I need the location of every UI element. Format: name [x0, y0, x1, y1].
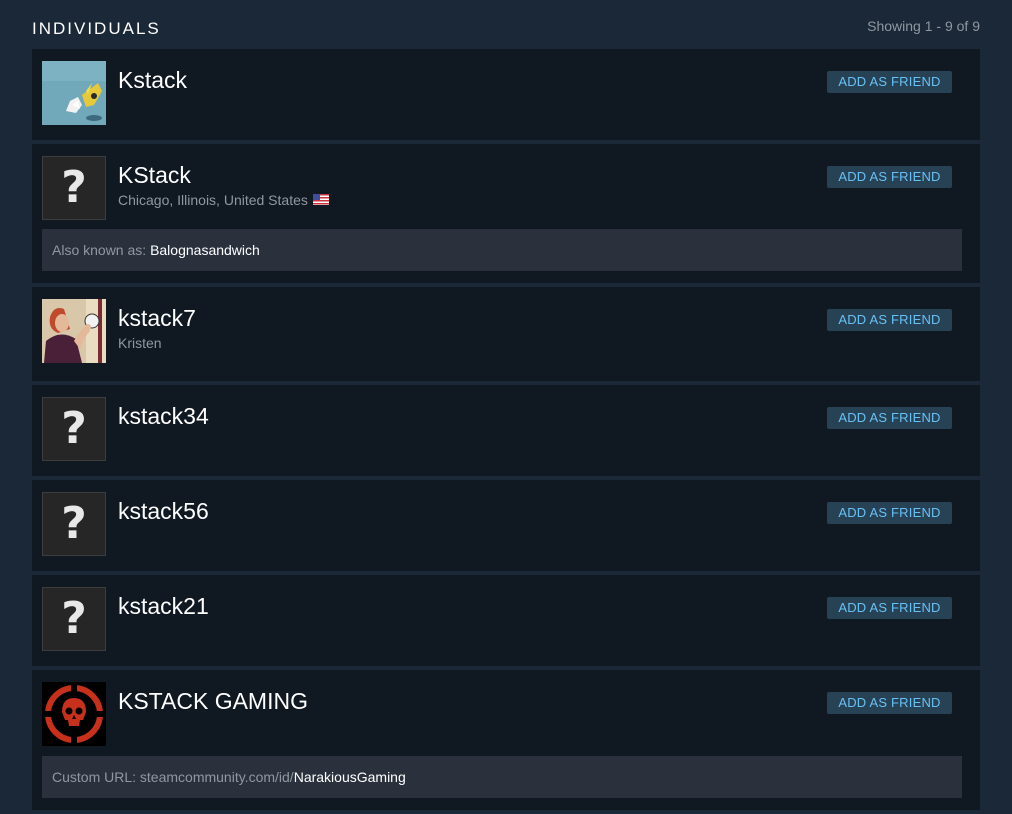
results-header: INDIVIDUALS Showing 1 - 9 of 9 [32, 18, 980, 40]
add-friend-button[interactable]: ADD AS FRIEND [827, 597, 952, 619]
photo-avatar-image [42, 299, 106, 363]
question-mark-icon: ? [61, 403, 87, 454]
result-row: ? KStack Chicago, Illinois, United State… [32, 144, 980, 283]
avatar[interactable]: ? [42, 156, 106, 220]
add-friend-button[interactable]: ADD AS FRIEND [827, 71, 952, 93]
question-mark-icon: ? [61, 593, 87, 644]
location-text: Chicago, Illinois, United States [118, 192, 308, 208]
result-row: kstack7 Kristen ADD AS FRIEND [32, 287, 980, 381]
question-mark-icon: ? [61, 162, 87, 213]
avatar[interactable]: ? [42, 587, 106, 651]
us-flag-icon [312, 192, 329, 208]
avatar[interactable] [42, 682, 106, 746]
results-list: Kstack ADD AS FRIEND ? KStack Chicago, I… [32, 49, 980, 814]
result-row: ? kstack21 ADD AS FRIEND [32, 575, 980, 666]
avatar[interactable] [42, 61, 106, 125]
alias-box: Also known as: Balognasandwich [42, 229, 962, 271]
add-friend-button[interactable]: ADD AS FRIEND [827, 502, 952, 524]
persona-name[interactable]: kstack7 [118, 305, 196, 332]
pikachu-avatar-image [42, 61, 106, 125]
skull-logo-avatar-image [42, 682, 106, 746]
section-title: INDIVIDUALS [32, 19, 161, 38]
add-friend-button[interactable]: ADD AS FRIEND [827, 692, 952, 714]
persona-name[interactable]: kstack56 [118, 498, 209, 525]
result-row: Kstack ADD AS FRIEND [32, 49, 980, 140]
result-row: KSTACK GAMING ADD AS FRIEND Custom URL: … [32, 670, 980, 810]
alias-value: Balognasandwich [150, 242, 260, 258]
persona-name[interactable]: KSTACK GAMING [118, 688, 308, 715]
location: Chicago, Illinois, United States [118, 192, 329, 208]
persona-name[interactable]: Kstack [118, 67, 187, 94]
custom-url-value[interactable]: NarakiousGaming [294, 769, 406, 785]
add-friend-button[interactable]: ADD AS FRIEND [827, 309, 952, 331]
avatar[interactable]: ? [42, 397, 106, 461]
persona-name[interactable]: kstack34 [118, 403, 209, 430]
result-row: ? kstack34 ADD AS FRIEND [32, 385, 980, 476]
real-name: Kristen [118, 335, 162, 351]
question-mark-icon: ? [61, 498, 87, 549]
custom-url-label: Custom URL: steamcommunity.com/id/ [52, 769, 294, 785]
persona-name[interactable]: kstack21 [118, 593, 209, 620]
results-count: Showing 1 - 9 of 9 [867, 18, 980, 34]
result-row: ? kstack56 ADD AS FRIEND [32, 480, 980, 571]
add-friend-button[interactable]: ADD AS FRIEND [827, 166, 952, 188]
persona-name[interactable]: KStack [118, 162, 191, 189]
add-friend-button[interactable]: ADD AS FRIEND [827, 407, 952, 429]
custom-url-box: Custom URL: steamcommunity.com/id/Naraki… [42, 756, 962, 798]
avatar[interactable] [42, 299, 106, 363]
alias-label: Also known as: [52, 242, 151, 258]
avatar[interactable]: ? [42, 492, 106, 556]
